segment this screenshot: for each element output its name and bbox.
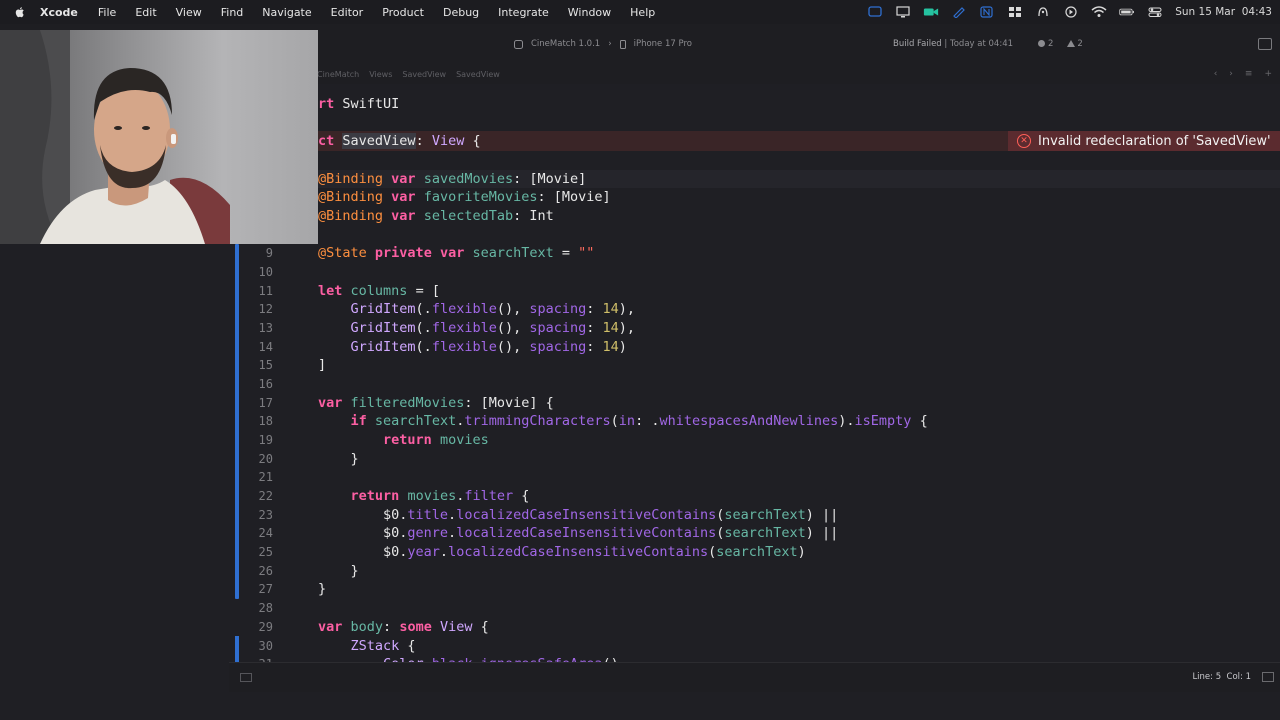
- build-status-text: Build Failed: [893, 39, 942, 49]
- menu-find[interactable]: Find: [221, 6, 244, 19]
- breadcrumb-folder[interactable]: Views: [369, 70, 392, 79]
- menu-product[interactable]: Product: [382, 6, 424, 19]
- app-target-icon: [514, 39, 523, 49]
- wifi-icon[interactable]: [1091, 6, 1107, 18]
- change-bar: [235, 636, 239, 662]
- warning-badge[interactable]: 2: [1067, 39, 1083, 49]
- control-center-icon[interactable]: [1035, 6, 1051, 18]
- menu-debug[interactable]: Debug: [443, 6, 479, 19]
- app-menu-xcode[interactable]: Xcode: [40, 6, 78, 19]
- error-icon: ✕: [1017, 134, 1031, 148]
- webcam-feed-image: [0, 30, 318, 244]
- menubar-clock[interactable]: Sun 15 Mar 04:43: [1175, 6, 1272, 18]
- build-time: | Today at 04:41: [944, 39, 1014, 49]
- current-line-highlight: [318, 170, 1280, 188]
- status-menu: Sun 15 Mar 04:43: [867, 0, 1272, 24]
- error-badge[interactable]: 2: [1038, 39, 1053, 49]
- add-editor-icon[interactable]: +: [1264, 69, 1272, 79]
- control-switch-icon[interactable]: [1147, 6, 1163, 18]
- grid-icon[interactable]: [1007, 6, 1023, 18]
- menu-integrate[interactable]: Integrate: [498, 6, 549, 19]
- menu-edit[interactable]: Edit: [135, 6, 156, 19]
- breadcrumb-file[interactable]: SavedView: [402, 70, 446, 79]
- device-icon: [619, 39, 626, 49]
- inspector-toggle-icon[interactable]: [1258, 38, 1272, 50]
- run-destination: iPhone 17 Pro: [633, 39, 692, 49]
- jump-bar: CineMatch Views SavedView SavedView ‹ › …: [229, 66, 1280, 84]
- scheme-selector[interactable]: CineMatch 1.0.1 › iPhone 17 Pro: [514, 39, 692, 49]
- chevron-right-icon: ›: [608, 39, 612, 49]
- menu-navigate[interactable]: Navigate: [262, 6, 311, 19]
- menu-window[interactable]: Window: [568, 6, 611, 19]
- breadcrumb-project[interactable]: CineMatch: [317, 70, 359, 79]
- related-items-icon[interactable]: ≡: [1245, 69, 1253, 79]
- error-message: Invalid redeclaration of 'SavedView': [1038, 133, 1271, 149]
- apple-icon[interactable]: [13, 5, 27, 19]
- editor-status-bar: Line: 5 Col: 1: [229, 662, 1280, 692]
- inline-error-annotation[interactable]: ✕ Invalid redeclaration of 'SavedView': [1008, 131, 1280, 151]
- issue-badges[interactable]: 2 2: [1038, 39, 1083, 49]
- breadcrumb-symbol[interactable]: SavedView: [456, 70, 500, 79]
- breadcrumb: CineMatch Views SavedView SavedView: [317, 70, 500, 79]
- panel-toggle-icon[interactable]: [1262, 672, 1274, 682]
- debug-area-toggle-icon[interactable]: [240, 673, 252, 682]
- screen-share-icon[interactable]: [867, 6, 883, 18]
- webcam-overlay: [0, 30, 318, 244]
- error-count: 2: [1048, 39, 1054, 49]
- pen-icon[interactable]: [951, 6, 967, 18]
- back-icon[interactable]: ‹: [1214, 69, 1218, 79]
- jump-bar-controls: ‹ › ≡ +: [1214, 69, 1272, 79]
- scheme-name: CineMatch 1.0.1: [531, 39, 601, 49]
- menu-file[interactable]: File: [98, 6, 116, 19]
- change-bar: [235, 244, 239, 599]
- menu-view[interactable]: View: [176, 6, 202, 19]
- play-icon[interactable]: [1063, 6, 1079, 18]
- error-icon: [1038, 40, 1045, 47]
- cursor-position: Line: 5 Col: 1: [1192, 672, 1251, 682]
- display-icon[interactable]: [895, 6, 911, 18]
- camera-icon[interactable]: [923, 6, 939, 18]
- menu-help[interactable]: Help: [630, 6, 655, 19]
- menu-bar: Xcode File Edit View Find Navigate Edito…: [0, 0, 1280, 24]
- forward-icon[interactable]: ›: [1229, 69, 1233, 79]
- build-status[interactable]: Build Failed | Today at 04:41: [893, 39, 1013, 49]
- battery-icon[interactable]: [1119, 6, 1135, 18]
- n-icon[interactable]: [979, 6, 995, 18]
- warning-icon: [1067, 40, 1076, 47]
- warning-count: 2: [1077, 39, 1083, 49]
- menu-editor[interactable]: Editor: [331, 6, 364, 19]
